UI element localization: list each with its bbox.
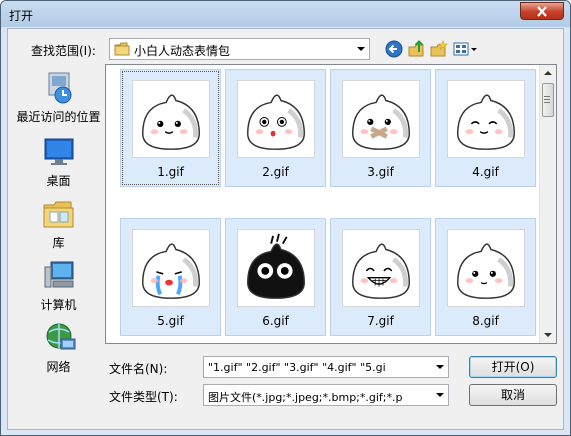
file-tile[interactable]: 2.gif [225,69,326,187]
close-icon [537,6,547,17]
file-thumbnail-crying [132,229,210,307]
window-title: 打开 [9,9,34,23]
filetype-combo[interactable]: 图片文件(*.jpg;*.jpeg;*.bmp;*.gif;*.p [203,384,449,406]
place-label: 桌面 [46,174,71,188]
look-in-value: 小白人动态表情包 [134,44,231,58]
file-name: 5.gif [157,314,184,328]
scrollbar-thumb[interactable] [542,83,554,117]
chevron-down-icon[interactable] [436,365,444,369]
network-icon [46,323,75,350]
libraries-icon [43,201,73,228]
chevron-down-icon[interactable] [436,393,444,397]
file-thumbnail-black [237,229,315,307]
file-tile[interactable]: 3.gif [330,69,431,187]
dialog-body: 查找范围(I): 小白人动态表情包 最近访问的位置 桌面 库 计算机 网络 1.… [7,28,564,430]
place-recent[interactable]: 最近访问的位置 [14,71,103,125]
file-tile[interactable]: 8.gif [435,218,536,336]
file-thumbnail-surprised [237,80,315,158]
chevron-down-icon[interactable] [357,47,365,51]
look-in-label: 查找范围(I): [31,44,96,58]
places-bar: 最近访问的位置 桌面 库 计算机 网络 [14,67,103,374]
file-name: 8.gif [472,314,499,328]
new-folder-icon[interactable] [430,40,448,58]
recent-places-icon [48,72,71,104]
open-dialog: 打开 查找范围(I): 小白人动态表情包 最近访问的位置 桌面 库 计算机 网络… [0,0,571,436]
desktop-icon [44,138,73,165]
scroll-up-icon[interactable] [544,71,552,75]
file-tile[interactable]: 1.gif [120,69,221,187]
file-thumbnail-grin [342,229,420,307]
file-tile[interactable]: 7.gif [330,218,431,336]
file-thumbnail-taped [342,80,420,158]
file-name: 1.gif [157,165,184,179]
place-label: 最近访问的位置 [16,110,101,124]
cancel-button[interactable]: 取消 [469,384,557,406]
file-tile[interactable]: 6.gif [225,218,326,336]
place-network[interactable]: 网络 [14,321,103,375]
file-tile[interactable]: 4.gif [435,69,536,187]
file-name: 3.gif [367,165,394,179]
close-button[interactable] [520,2,564,20]
up-folder-icon[interactable] [408,40,426,58]
place-label: 库 [52,236,65,250]
title-bar[interactable]: 打开 [1,1,570,27]
file-list[interactable]: 1.gif 2.gif 3.gif 4.gif 5.gif 6.gif 7.gif 8.gif [105,64,557,344]
file-tile[interactable]: 5.gif [120,218,221,336]
scroll-down-icon[interactable] [544,333,552,337]
file-name: 4.gif [472,165,499,179]
place-libraries[interactable]: 库 [14,197,103,251]
vertical-scrollbar[interactable] [539,65,556,343]
file-name: 6.gif [262,314,289,328]
filetype-value: 图片文件(*.jpg;*.jpeg;*.bmp;*.gif;*.p [208,391,403,404]
place-label: 网络 [46,360,71,374]
file-thumbnail-smile [132,80,210,158]
back-arrow-icon[interactable] [385,40,403,58]
open-button[interactable]: 打开(O) [469,356,557,378]
filename-combo[interactable]: "1.gif" "2.gif" "3.gif" "4.gif" "5.gi [203,356,449,378]
place-label: 计算机 [40,298,77,312]
file-name: 2.gif [262,165,289,179]
file-thumbnail-content [447,80,525,158]
filename-value[interactable]: "1.gif" "2.gif" "3.gif" "4.gif" "5.gi [208,361,430,374]
place-computer[interactable]: 计算机 [14,259,103,313]
filetype-label: 文件类型(T): [109,390,178,404]
file-name: 7.gif [367,314,394,328]
folder-icon [114,42,130,56]
look-in-dropdown[interactable]: 小白人动态表情包 [109,38,370,60]
file-thumbnail-calm [447,229,525,307]
views-menu-icon[interactable] [453,40,479,58]
place-desktop[interactable]: 桌面 [14,135,103,189]
computer-icon [44,261,73,288]
filename-label: 文件名(N): [109,362,168,376]
